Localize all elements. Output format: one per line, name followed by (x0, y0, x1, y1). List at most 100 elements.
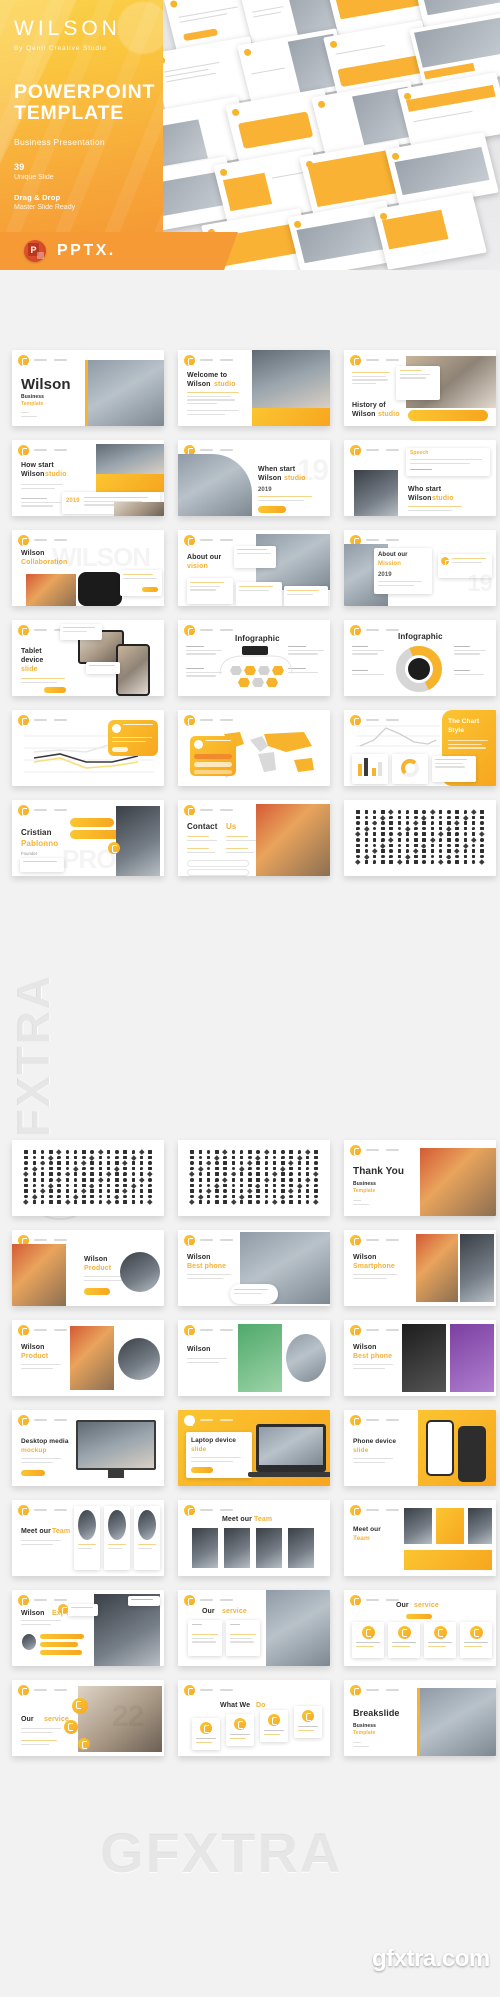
slide-thumbnail[interactable]: How start Wilson studio 2019 (12, 440, 164, 516)
slide-thumbnail[interactable]: Wilson Best phone (178, 1230, 330, 1306)
team-photo-2 (224, 1528, 250, 1568)
slide-thumbnail[interactable]: Wilson Collaboration WILSON (12, 530, 164, 606)
slide-thumbnail[interactable]: When start Wilson studio 2019 19 (178, 440, 330, 516)
slide-title-highlight: mockup (21, 1447, 47, 1454)
slide-thumbnail[interactable]: Meet our Team (344, 1500, 496, 1576)
slide-row: How start Wilson studio 2019 When start … (0, 426, 500, 516)
hero-headline-line1: POWERPOINT (14, 81, 156, 103)
slide-photo (252, 350, 330, 408)
slide-title-highlight: service (414, 1602, 439, 1609)
slide-title-2: device (21, 657, 44, 664)
slide-nav (34, 1328, 67, 1331)
service-icon (362, 1626, 375, 1639)
slide-year: 2019 (66, 498, 80, 504)
slide-thumbnail[interactable]: Meet our Team (178, 1500, 330, 1576)
slide-thumbnail[interactable]: Wilson Product (12, 1320, 164, 1396)
slide-title: Wilson (353, 1344, 377, 1351)
icon-grid (354, 809, 486, 870)
slide-thumbnail[interactable]: Cristian Pablonno Founder PRO (12, 800, 164, 876)
slide-nav (200, 808, 233, 811)
slide-title: About our (187, 554, 222, 561)
step-icon (200, 1722, 212, 1734)
slide-thumbnail[interactable]: Wilson Expert (12, 1590, 164, 1666)
slide-photo (420, 1148, 496, 1216)
slide-thumbnail[interactable]: Desktop media mockup (12, 1410, 164, 1486)
slide-thumbnail[interactable]: Thank You Business Template (344, 1140, 496, 1216)
slide-thumbnail[interactable]: History of Wilson studio (344, 350, 496, 426)
slide-thumbnail[interactable]: Infographic (178, 620, 330, 696)
slide-photo (12, 1244, 66, 1306)
slide-nav (366, 358, 399, 361)
slide-thumbnail[interactable]: Infographic (344, 620, 496, 696)
slide-thumbnail[interactable]: Breakslide Business Template (344, 1680, 496, 1756)
slide-thumbnail[interactable]: Wilson Product (12, 1230, 164, 1306)
slide-logo-icon (350, 625, 361, 636)
slide-title: Our (21, 1716, 34, 1723)
slide-subtitle-2: Template (21, 401, 44, 407)
slide-title-highlight: service (222, 1608, 247, 1615)
contact-input-1[interactable] (187, 860, 249, 867)
slide-nav (366, 1328, 399, 1331)
slide-cta-button[interactable] (408, 410, 488, 421)
slide-title: Tablet (21, 648, 42, 655)
slide-thumbnail[interactable]: Welcome to Wilson studio (178, 350, 330, 426)
slide-row: Wilson Business Template Welcome to Wils… (0, 270, 500, 426)
slide-thumbnail[interactable]: Laptop device slide (178, 1410, 330, 1486)
slide-nav (34, 1418, 67, 1421)
slide-thumbnail[interactable]: About our Mission 2019 19 (344, 530, 496, 606)
slide-thumbnail[interactable]: Phone device slide (344, 1410, 496, 1486)
slide-row: Wilson Product Wilson Wilson Best phone (0, 1306, 500, 1396)
slide-photo (70, 1326, 114, 1390)
slide-thumbnail[interactable]: Tablet device slide (12, 620, 164, 696)
slide-title: Meet our (353, 1526, 381, 1533)
slide-thumbnail[interactable]: What We Do (178, 1680, 330, 1756)
slide-nav (200, 1418, 233, 1421)
feature-subtitle: Master Slide Ready (14, 204, 76, 212)
slide-thumbnail[interactable]: The Chart Style (344, 710, 496, 786)
slide-cta-button[interactable] (258, 506, 286, 513)
slide-title: Contact (187, 822, 218, 831)
slide-watermark: WILSON (52, 542, 151, 573)
slide-thumbnail[interactable] (178, 1140, 330, 1216)
slide-thumbnail[interactable] (178, 710, 330, 786)
slide-thumbnail[interactable]: Wilson Smartphone (344, 1230, 496, 1306)
slide-cta-button[interactable] (84, 1288, 110, 1295)
slide-thumbnail[interactable] (344, 800, 496, 876)
donut-center (408, 658, 430, 680)
laptop-base (248, 1472, 330, 1477)
slide-nav (34, 1598, 67, 1601)
contact-input-2[interactable] (187, 869, 249, 876)
slide-title: Desktop media (21, 1438, 69, 1445)
infographic-connectors (219, 655, 293, 675)
slide-thumbnail[interactable]: Our service 22 (12, 1680, 164, 1756)
slide-thumbnail[interactable]: Contact Us (178, 800, 330, 876)
service-icon (470, 1626, 483, 1639)
slide-title: History of (352, 402, 386, 409)
slide-thumbnail[interactable]: Wilson Best phone (344, 1320, 496, 1396)
slide-thumbnail[interactable]: About our vision (178, 530, 330, 606)
phone-mockup-2 (458, 1426, 486, 1482)
slide-cta-banner (252, 408, 330, 426)
slide-overlay-card (230, 1284, 278, 1304)
slide-overlay-card: Laptop device slide (186, 1432, 252, 1478)
slide-nav (200, 718, 233, 721)
slide-thumbnail[interactable] (12, 710, 164, 786)
slide-thumbnail[interactable]: Wilson Business Template (12, 350, 164, 426)
slide-logo-icon (184, 1235, 195, 1246)
slide-thumbnail[interactable]: Wilson (178, 1320, 330, 1396)
slide-nav (366, 1238, 399, 1241)
service-card-1 (188, 1620, 222, 1656)
slide-thumbnail[interactable]: Our service (178, 1590, 330, 1666)
slide-title-2: Style (448, 727, 465, 734)
slide-thumbnail[interactable]: Meet our Team (12, 1500, 164, 1576)
slide-thumbnail[interactable] (12, 1140, 164, 1216)
slide-thumbnail[interactable]: Our service (344, 1590, 496, 1666)
slide-title: Infographic (398, 632, 443, 641)
slide-logo-icon (350, 1685, 361, 1696)
slide-thumbnail[interactable]: Speech Who start Wilson studio (344, 440, 496, 516)
slide-title-highlight: Product (21, 1353, 49, 1360)
slide-accent-block (96, 474, 164, 492)
slide-cta-button[interactable] (21, 1470, 45, 1476)
slide-logo-icon (18, 715, 29, 726)
step-icon (268, 1714, 280, 1726)
